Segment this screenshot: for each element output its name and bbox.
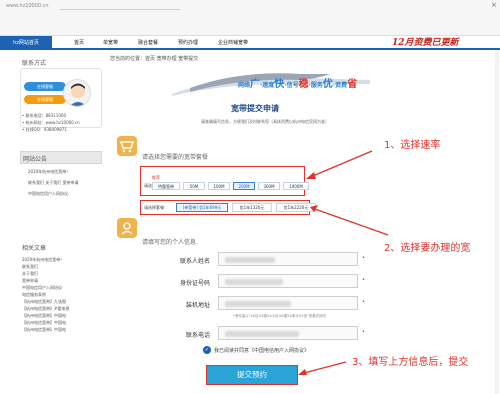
annotation-arrows — [298, 150, 389, 375]
annotation-step2: 2、选择要办理的宽 — [384, 243, 471, 254]
annotation-step1: 1、选择速率 — [384, 140, 441, 151]
annotation-step3: 3、填写上方信息后，提交 — [352, 357, 469, 368]
